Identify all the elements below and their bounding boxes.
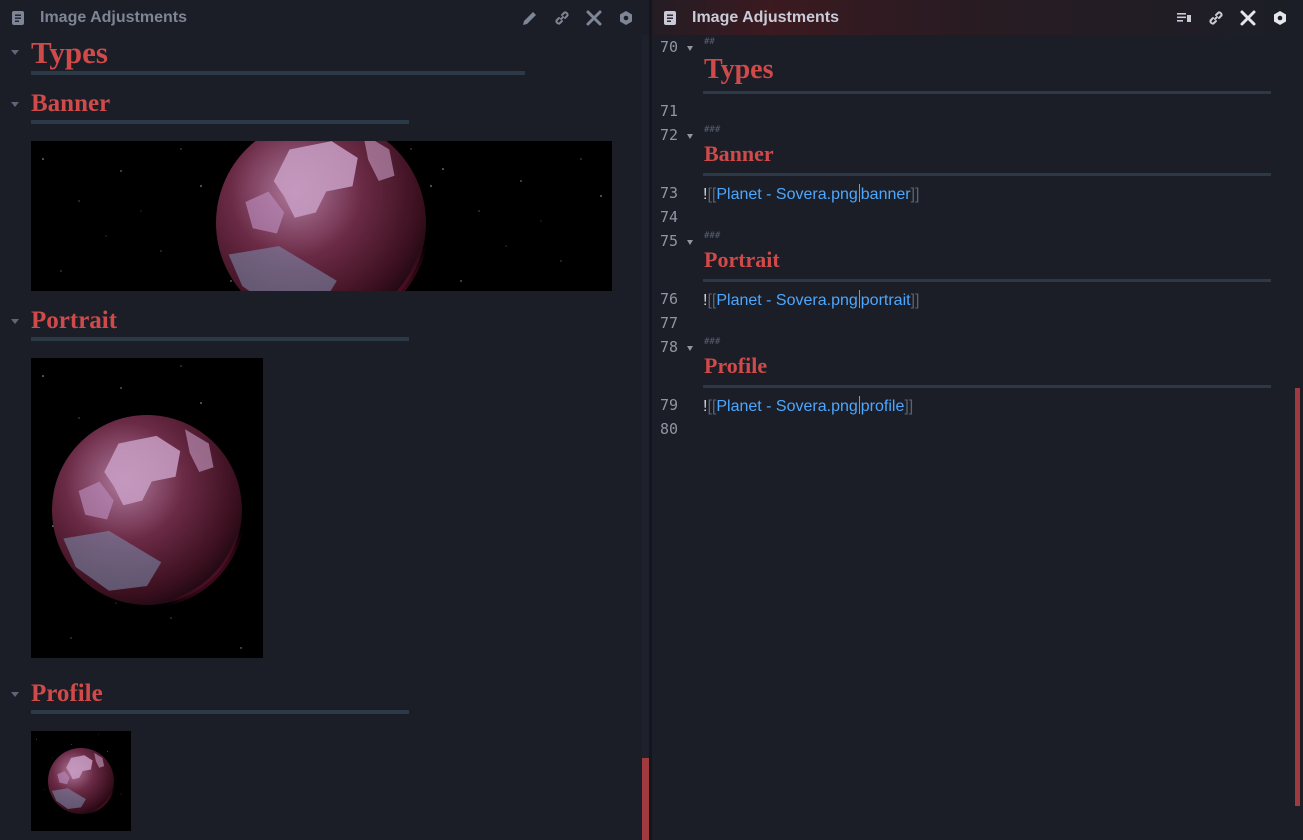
- pipe-separator: [858, 396, 860, 414]
- heading-underline: [31, 71, 525, 75]
- document-icon: [12, 10, 24, 25]
- embed-link[interactable]: Planet - Sovera.png: [716, 292, 857, 309]
- heading-underline: [703, 385, 1271, 388]
- editor-heading-types[interactable]: Types: [704, 54, 774, 86]
- link-icon[interactable]: [1207, 9, 1225, 27]
- editor-heading-portrait[interactable]: Portrait: [704, 247, 780, 273]
- link-icon[interactable]: [553, 9, 571, 27]
- line-number: 71: [660, 102, 679, 120]
- heading-banner: Banner: [31, 90, 111, 117]
- settings-icon[interactable]: [1271, 9, 1289, 27]
- line-number: 70: [660, 38, 679, 56]
- pane-header: Image Adjustments: [0, 0, 649, 35]
- editor-heading-banner[interactable]: Banner: [704, 141, 774, 167]
- heading-marker: ##: [704, 37, 715, 47]
- heading-underline: [703, 279, 1271, 282]
- settings-icon[interactable]: [617, 9, 635, 27]
- pane-actions: [1175, 9, 1289, 27]
- line-number: 77: [660, 314, 679, 332]
- heading-underline: [31, 710, 409, 714]
- editor-pane: Image Adjustments 70 ## Types 71 72 ### …: [652, 0, 1303, 840]
- line-number: 72: [660, 126, 679, 144]
- heading-types: Types: [31, 35, 108, 70]
- heading-profile: Profile: [31, 680, 103, 707]
- line-number: 79: [660, 396, 679, 414]
- heading-marker: ###: [704, 125, 721, 135]
- line-number: 80: [660, 420, 679, 438]
- preview-content: Types Banner Portrait Profile: [0, 35, 642, 840]
- close-icon[interactable]: [1239, 9, 1257, 27]
- heading-underline: [703, 173, 1271, 176]
- scrollbar-thumb[interactable]: [642, 758, 649, 840]
- embed-option[interactable]: profile: [861, 398, 905, 415]
- pane-title: Image Adjustments: [692, 8, 839, 26]
- fold-toggle-icon[interactable]: [687, 240, 693, 245]
- line-number: 74: [660, 208, 679, 226]
- heading-marker: ###: [704, 231, 721, 241]
- embed-option[interactable]: banner: [861, 186, 911, 203]
- pane-title: Image Adjustments: [40, 8, 187, 26]
- fold-toggle-icon[interactable]: [687, 134, 693, 139]
- pane-actions: [521, 9, 635, 27]
- profile-image: [31, 731, 131, 831]
- embed-link[interactable]: Planet - Sovera.png: [716, 398, 857, 415]
- preview-scrollbar[interactable]: [642, 35, 649, 840]
- banner-image: [31, 141, 612, 291]
- heading-underline: [31, 120, 409, 124]
- heading-portrait: Portrait: [31, 307, 118, 334]
- line-number: 76: [660, 290, 679, 308]
- editor-scrollbar-thumb[interactable]: [1295, 388, 1300, 806]
- fold-toggle-icon[interactable]: [687, 46, 693, 51]
- document-icon: [664, 10, 676, 25]
- fold-toggle-icon[interactable]: [11, 50, 19, 55]
- heading-underline: [31, 337, 409, 341]
- fold-toggle-icon[interactable]: [11, 319, 19, 324]
- embed-link[interactable]: Planet - Sovera.png: [716, 186, 857, 203]
- outline-icon[interactable]: [1175, 9, 1193, 27]
- image-embed-line[interactable]: ![[Planet - Sovera.png profile]]: [703, 396, 913, 416]
- source-editor[interactable]: 70 ## Types 71 72 ### Banner 73 ![[Plane…: [652, 35, 1303, 840]
- image-embed-line[interactable]: ![[Planet - Sovera.png banner]]: [703, 184, 919, 204]
- heading-marker: ###: [704, 337, 721, 347]
- line-number: 78: [660, 338, 679, 356]
- fold-toggle-icon[interactable]: [11, 692, 19, 697]
- reading-pane: Image Adjustments Types Banner Portrait …: [0, 0, 649, 840]
- portrait-image: [31, 358, 263, 658]
- fold-toggle-icon[interactable]: [11, 102, 19, 107]
- pipe-separator: [858, 290, 860, 308]
- pane-header: Image Adjustments: [652, 0, 1303, 35]
- editor-heading-profile[interactable]: Profile: [704, 353, 767, 379]
- embed-option[interactable]: portrait: [861, 292, 911, 309]
- edit-icon[interactable]: [521, 9, 539, 27]
- pipe-separator: [858, 184, 860, 202]
- image-embed-line[interactable]: ![[Planet - Sovera.png portrait]]: [703, 290, 919, 310]
- line-number: 73: [660, 184, 679, 202]
- fold-toggle-icon[interactable]: [687, 346, 693, 351]
- heading-underline: [703, 91, 1271, 94]
- close-icon[interactable]: [585, 9, 603, 27]
- line-number: 75: [660, 232, 679, 250]
